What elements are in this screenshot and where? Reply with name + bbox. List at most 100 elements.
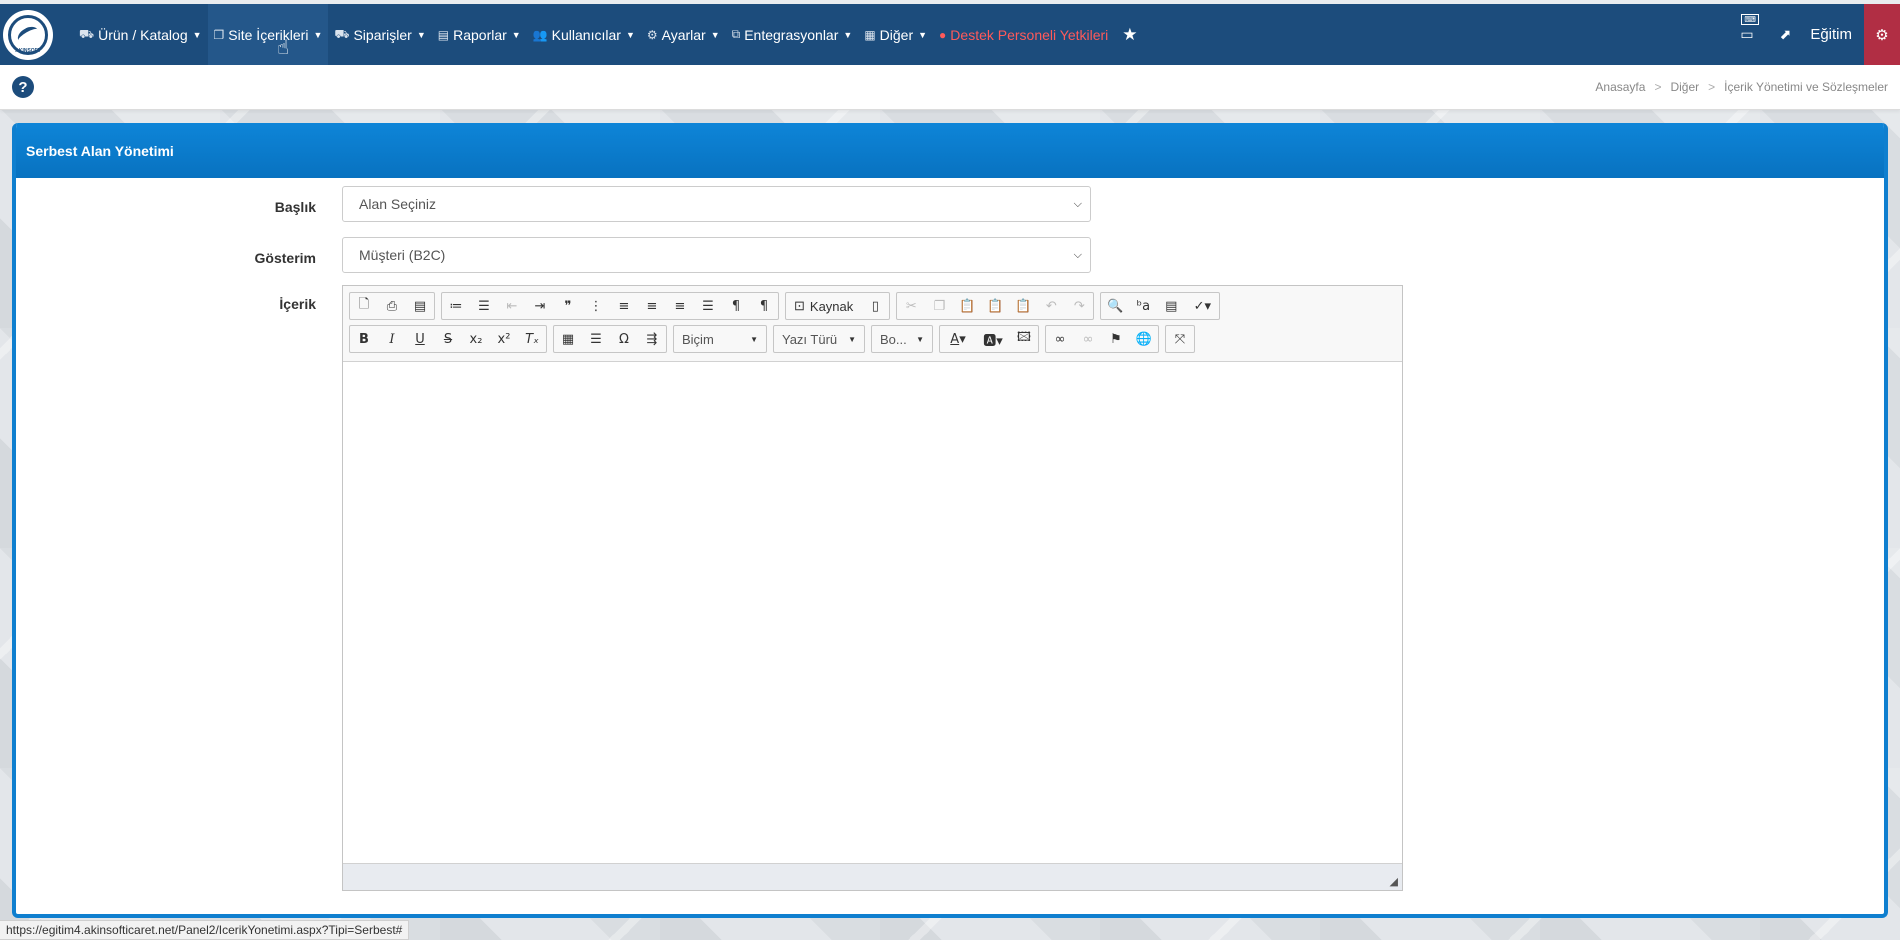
undo-icon[interactable]: ↶ [1037, 293, 1065, 319]
source-button[interactable]: ⊡ Kaynak [786, 293, 861, 319]
cut-icon[interactable]: ✂ [897, 293, 925, 319]
building-icon: ▦ [864, 27, 876, 42]
breadcrumb-level1[interactable]: Diğer [1670, 80, 1699, 94]
baslik-select-value: Alan Seçiniz [359, 196, 437, 212]
browser-status-url: https://egitim4.akinsofticaret.net/Panel… [0, 920, 410, 940]
iframe-icon[interactable]: 🌐 [1130, 326, 1158, 352]
resize-handle-icon[interactable]: ◢ [1390, 875, 1398, 888]
breadcrumb-home[interactable]: Anasayfa [1595, 80, 1645, 94]
preview-icon[interactable]: 🗋 [350, 293, 378, 319]
nav-item-raporlar[interactable]: ▤ Raporlar ▼ [432, 4, 527, 65]
gosterim-select-value: Müşteri (B2C) [359, 247, 446, 263]
external-link-icon[interactable]: ⬈ [1767, 26, 1805, 43]
caret-down-icon: ▼ [416, 29, 426, 40]
chevron-down-icon: ▼ [848, 334, 856, 344]
source-label: Kaynak [809, 298, 854, 314]
save-icon[interactable]: ▯ [861, 293, 889, 319]
nav-item-ayarlar[interactable]: ⚙ Ayarlar ▼ [641, 4, 726, 65]
panel-body: Başlık Alan Seçiniz ⌵ Gösterim Müşteri (… [16, 178, 1884, 914]
panel-title: Serbest Alan Yönetimi [16, 123, 1884, 178]
akinsoft-logo[interactable]: AKINSOFT [3, 9, 53, 60]
icerik-label: İçerik [279, 296, 316, 312]
gosterim-label: Gösterim [254, 250, 316, 266]
insert-group: ▦ ☰ Ω ⇶ [553, 325, 667, 353]
paste-text-icon[interactable]: 📋 [981, 293, 1009, 319]
search-group: 🔍 ᵇa ▤ ✓▾ [1100, 292, 1221, 320]
bold-icon[interactable]: B [350, 326, 378, 352]
baslik-label: Başlık [274, 199, 316, 215]
nav-item-site-i-çerikleri[interactable]: ❐ Site İçerikleri ▼ [207, 4, 329, 65]
templates-icon[interactable]: ▤ [406, 293, 434, 319]
underline-icon[interactable]: U [406, 326, 434, 352]
cogs-icon: ⚙ [646, 27, 658, 42]
editor-content-area[interactable] [343, 362, 1402, 863]
help-icon[interactable]: ? [12, 76, 34, 98]
ltr-icon[interactable]: ¶ [722, 293, 750, 319]
create-div-icon[interactable]: ⋮ [582, 293, 610, 319]
caret-down-icon: ▼ [918, 29, 928, 40]
main-menu: ⛟ Ürün / Katalog ▼ ❐ Site İçerikleri ▼ ⛟ Sipari… [73, 4, 933, 65]
image-icon[interactable]: 🖾 [1010, 326, 1038, 352]
subscript-icon[interactable]: x₂ [462, 326, 490, 352]
remove-format-icon[interactable]: Tₓ [518, 326, 546, 352]
indent-icon[interactable]: ⇥ [526, 293, 554, 319]
copy-icon[interactable]: ❐ [925, 293, 953, 319]
caret-down-icon: ▼ [313, 29, 323, 40]
replace-icon[interactable]: ᵇa [1129, 293, 1157, 319]
strikethrough-icon[interactable]: S [434, 326, 462, 352]
special-char-icon[interactable]: Ω [610, 326, 638, 352]
support-permissions-link[interactable]: ● Destek Personeli Yetkileri [933, 4, 1114, 65]
copy-icon: ❐ [213, 27, 225, 42]
nav-item-entegrasyonlar[interactable]: ⧉ Entegrasyonlar ▼ [726, 4, 859, 65]
spellcheck-icon[interactable]: ✓▾ [1185, 293, 1219, 319]
select-all-icon[interactable]: ▤ [1157, 293, 1185, 319]
baslik-select[interactable]: Alan Seçiniz ⌵ [342, 186, 1091, 222]
blockquote-icon[interactable]: ❞ [554, 293, 582, 319]
print-icon[interactable]: ⎙ [378, 293, 406, 319]
align-right-icon[interactable]: ≡ [666, 293, 694, 319]
font-combo[interactable]: Yazı Türü ▼ [773, 325, 865, 353]
paste-icon[interactable]: 📋 [953, 293, 981, 319]
nav-item-ürün-katalog[interactable]: ⛟ Ürün / Katalog ▼ [73, 4, 208, 65]
size-combo-label: Bo... [880, 331, 907, 347]
align-center-icon[interactable]: ≡ [638, 293, 666, 319]
chevron-down-icon: ⌵ [1073, 197, 1082, 210]
user-name[interactable]: Eğitim [1804, 26, 1864, 43]
settings-cogs-icon[interactable]: ⚙ [1864, 4, 1900, 65]
find-icon[interactable]: 🔍 [1101, 293, 1129, 319]
bullet-list-icon[interactable]: ☰ [470, 293, 498, 319]
numbered-list-icon[interactable]: ≔ [442, 293, 470, 319]
sitemap-icon: ⧉ [731, 27, 741, 41]
size-combo[interactable]: Bo... ▼ [871, 325, 933, 353]
page-break-icon[interactable]: ⇶ [638, 326, 666, 352]
user-circle-icon: ● [939, 27, 947, 42]
unlink-icon[interactable]: ∞ [1074, 326, 1102, 352]
maximize-group: ⤧ [1165, 325, 1195, 353]
nav-item-diğer[interactable]: ▦ Diğer ▼ [858, 4, 933, 65]
superscript-icon[interactable]: x² [490, 326, 518, 352]
paste-word-icon[interactable]: 📋 [1009, 293, 1037, 319]
italic-icon[interactable]: I [378, 326, 406, 352]
format-combo[interactable]: Biçim ▼ [673, 325, 767, 353]
redo-icon[interactable]: ↷ [1065, 293, 1093, 319]
nav-item-kullanıcılar[interactable]: 👥 Kullanıcılar ▼ [527, 4, 641, 65]
keyboard-language-icon[interactable]: ▭ ⌨ [1727, 14, 1766, 43]
gosterim-select[interactable]: Müşteri (B2C) ⌵ [342, 237, 1091, 273]
horizontal-line-icon[interactable]: ☰ [582, 326, 610, 352]
outdent-icon[interactable]: ⇤ [498, 293, 526, 319]
rtl-icon[interactable]: ¶ [750, 293, 778, 319]
free-area-panel: Serbest Alan Yönetimi Başlık Alan Seçini… [12, 123, 1888, 918]
bg-color-icon[interactable]: 🅰▾ [976, 326, 1010, 352]
breadcrumb-separator: > [1708, 80, 1716, 94]
align-left-icon[interactable]: ≡ [610, 293, 638, 319]
source-group: ⊡ Kaynak ▯ [785, 292, 891, 320]
favorite-star-icon[interactable]: ★ [1114, 25, 1145, 45]
link-icon[interactable]: ∞ [1046, 326, 1074, 352]
anchor-icon[interactable]: ⚑ [1102, 326, 1130, 352]
align-justify-icon[interactable]: ☰ [694, 293, 722, 319]
table-icon[interactable]: ▦ [554, 326, 582, 352]
text-color-icon[interactable]: A ▾ [940, 326, 976, 352]
keyboard-badge: ⌨ [1741, 14, 1759, 25]
nav-item-siparişler[interactable]: ⛟ Siparişler ▼ [328, 4, 431, 65]
maximize-icon[interactable]: ⤧ [1166, 326, 1194, 352]
